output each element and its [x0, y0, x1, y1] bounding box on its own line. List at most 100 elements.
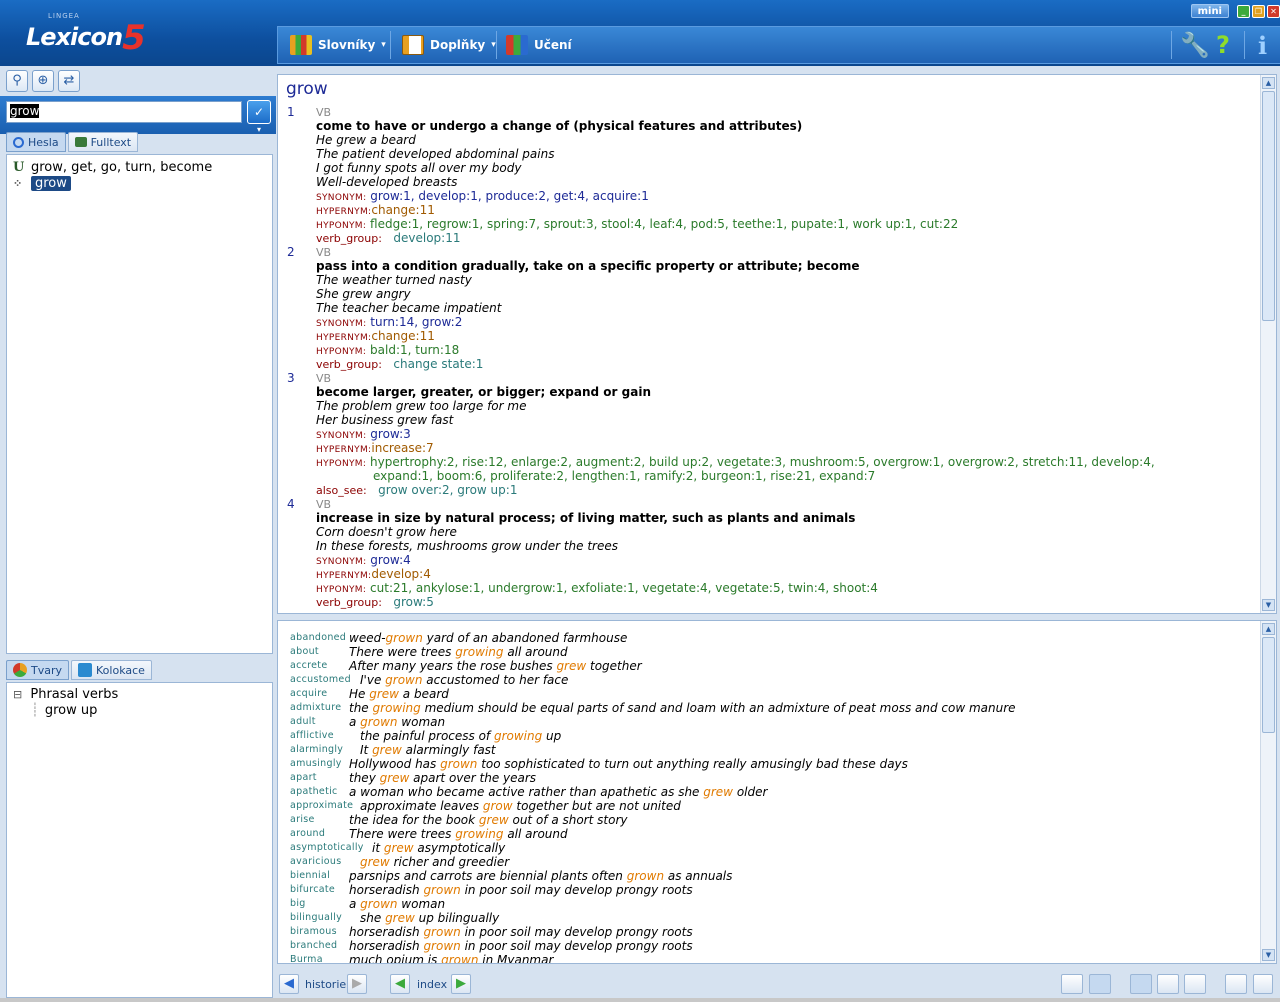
info-icon[interactable]: i — [1258, 31, 1267, 60]
collocation-keyword[interactable]: branched — [290, 940, 337, 951]
learning-button[interactable]: Učení — [506, 33, 572, 57]
collocation-keyword[interactable]: asymptotically — [290, 842, 364, 853]
collocation-keyword[interactable]: admixture — [290, 702, 341, 713]
relation-links[interactable]: grow:1, develop:1, produce:2, get:4, acq… — [366, 189, 649, 203]
scroll-down-icon[interactable]: ▼ — [1262, 949, 1275, 961]
scroll-down-icon[interactable]: ▼ — [1262, 599, 1275, 611]
index-forward-icon[interactable]: ▶ — [451, 974, 471, 994]
relation-links[interactable]: change:11 — [371, 329, 434, 343]
layout-3-icon[interactable] — [1184, 974, 1206, 994]
relation-links[interactable]: increase:7 — [371, 441, 433, 455]
relation-links[interactable]: grow over:2, grow up:1 — [367, 483, 517, 497]
relation-links[interactable]: cut:21, ankylose:1, undergrow:1, exfolia… — [366, 581, 878, 595]
scroll-thumb[interactable] — [1262, 637, 1275, 733]
print-icon[interactable] — [1061, 974, 1083, 994]
relation-links[interactable]: turn:14, grow:2 — [366, 315, 462, 329]
list-item[interactable]: ⁘ grow — [13, 176, 71, 191]
scroll-up-icon[interactable]: ▲ — [1262, 77, 1275, 89]
relation-links[interactable]: change:11 — [371, 203, 434, 217]
collocation-keyword[interactable]: amusingly — [290, 758, 342, 769]
dictionaries-button[interactable]: Slovníky ▾ — [290, 33, 386, 57]
relation-links[interactable]: bald:1, turn:18 — [366, 343, 459, 357]
collapse-icon[interactable]: ⊟ — [13, 688, 22, 701]
tab-forms[interactable]: Tvary — [6, 660, 70, 680]
swap-direction-icon[interactable]: ⇄ — [58, 70, 80, 92]
collocations-scrollbar[interactable]: ▲ ▼ — [1260, 621, 1276, 963]
relation-links[interactable]: hypertrophy:2, rise:12, enlarge:2, augme… — [366, 455, 1155, 469]
collocation-keyword[interactable]: apathetic — [290, 786, 338, 797]
collocation-keyword[interactable]: arise — [290, 814, 315, 825]
history-back-icon[interactable]: ◀ — [279, 974, 299, 994]
example-prefix: it — [372, 841, 384, 855]
search-icon[interactable]: ⚲ — [6, 70, 28, 92]
relation-links[interactable]: grow:4 — [366, 553, 410, 567]
columns-icon[interactable] — [1089, 974, 1111, 994]
tree-node-grow-up[interactable]: ┊ grow up — [31, 703, 97, 718]
close-icon[interactable]: ✕ — [1267, 4, 1280, 18]
tab-fulltext[interactable]: Fulltext — [67, 132, 139, 152]
relation-links[interactable]: change state:1 — [382, 357, 483, 371]
layout-1-icon[interactable] — [1130, 974, 1152, 994]
collocation-keyword[interactable]: bilingually — [290, 912, 342, 923]
search-input[interactable]: grow — [6, 101, 242, 123]
example-suffix: up — [542, 729, 562, 743]
collocation-example: After many years the rose bushes grew to… — [349, 659, 642, 673]
entry-scrollbar[interactable]: ▲ ▼ — [1260, 75, 1276, 613]
collocation-keyword[interactable]: around — [290, 828, 325, 839]
example-highlight: growing — [455, 827, 504, 841]
collocation-keyword[interactable]: afflictive — [290, 730, 334, 741]
layout-2-icon[interactable] — [1157, 974, 1179, 994]
restore-icon[interactable]: ❐ — [1252, 4, 1265, 18]
pos-label: VB — [316, 498, 332, 511]
relation-links[interactable]: expand:1, boom:6, proliferate:2, lengthe… — [373, 469, 875, 483]
collocation-keyword[interactable]: big — [290, 898, 306, 909]
history-forward-icon[interactable]: ▶ — [347, 974, 367, 994]
relation-links[interactable]: develop:11 — [382, 231, 460, 245]
search-confirm-button[interactable]: ✓ — [247, 100, 271, 124]
collocation-keyword[interactable]: biramous — [290, 926, 337, 937]
collocation-keyword[interactable]: accrete — [290, 660, 327, 671]
collocation-example: the idea for the book grew out of a shor… — [349, 813, 627, 827]
relation-links[interactable]: grow:3 — [366, 427, 410, 441]
example-highlight: grown — [423, 939, 461, 953]
mini-mode-button[interactable]: mini — [1190, 4, 1229, 18]
collocation-keyword[interactable]: avaricious — [290, 856, 341, 867]
minimize-icon[interactable]: _ — [1237, 4, 1250, 18]
collocation-keyword[interactable]: about — [290, 646, 319, 657]
example-prefix: much opium is — [349, 953, 442, 964]
relation-links[interactable]: fledge:1, regrow:1, spring:7, sprout:3, … — [366, 217, 958, 231]
list-item[interactable]: Ugrow, get, go, turn, become — [13, 160, 212, 175]
example-highlight: grown — [626, 869, 665, 883]
tab-collocations[interactable]: Kolokace — [71, 660, 152, 680]
collocation-keyword[interactable]: apart — [290, 772, 317, 783]
node-icon: ⁘ — [13, 177, 23, 190]
scroll-thumb[interactable] — [1262, 91, 1275, 321]
search-bar: grow ✓ ▾ — [0, 96, 276, 134]
search-options-dropdown[interactable]: ▾ — [250, 126, 268, 134]
collocation-keyword[interactable]: bifurcate — [290, 884, 335, 895]
relation-label: HYPONYM: — [316, 459, 367, 469]
relation-links[interactable]: develop:4 — [371, 567, 430, 581]
index-back-icon[interactable]: ◀ — [390, 974, 410, 994]
extras-button[interactable]: Doplňky ▾ — [402, 33, 496, 57]
collocation-keyword[interactable]: abandoned — [290, 632, 346, 643]
tab-entries[interactable]: Hesla — [6, 132, 66, 152]
example-suffix: in poor soil may develop prongy roots — [460, 939, 693, 953]
collocation-keyword[interactable]: adult — [290, 716, 316, 727]
puzzle-icon — [78, 663, 93, 677]
settings-icon[interactable] — [1253, 974, 1273, 994]
collocation-keyword[interactable]: acquire — [290, 688, 327, 699]
scroll-up-icon[interactable]: ▲ — [1262, 623, 1275, 635]
wrench-icon[interactable]: 🔧 — [1180, 31, 1210, 59]
help-icon[interactable]: ? — [1216, 31, 1230, 59]
collocation-keyword[interactable]: accustomed — [290, 674, 351, 685]
speaker-icon[interactable] — [1225, 974, 1247, 994]
zoom-search-icon[interactable]: ⊕ — [32, 70, 54, 92]
collocation-keyword[interactable]: alarmingly — [290, 744, 343, 755]
example-suffix: all around — [503, 827, 568, 841]
collocation-keyword[interactable]: Burma — [290, 954, 323, 963]
relation-links[interactable]: grow:5 — [382, 595, 433, 609]
collocation-keyword[interactable]: approximate — [290, 800, 353, 811]
collocation-keyword[interactable]: biennial — [290, 870, 330, 881]
tree-node-phrasal-verbs[interactable]: ⊟ Phrasal verbs — [13, 687, 118, 702]
